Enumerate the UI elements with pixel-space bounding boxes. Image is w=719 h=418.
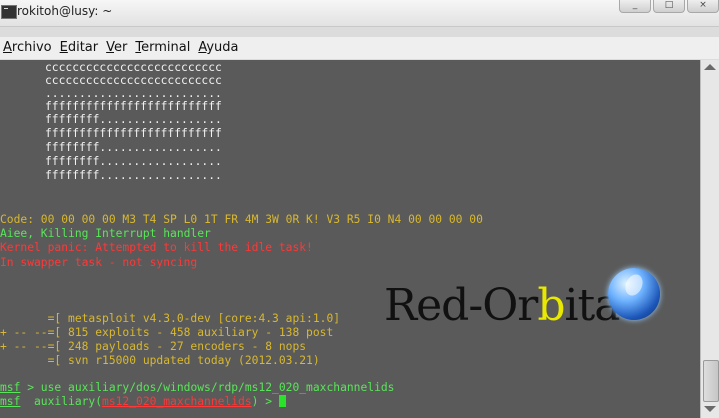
menu-ver[interactable]: Ver: [103, 37, 132, 59]
ascii-art-line: ffffffffffffffffffffffffff: [45, 127, 222, 140]
banner-line: =[ svn r15000 updated today (2012.03.21): [0, 354, 320, 367]
window-title: rokitoh@lusy: ~: [17, 4, 113, 18]
ascii-art-line: ffffffff..................: [45, 113, 222, 126]
globe-icon: [608, 268, 660, 320]
ascii-art-line: ffffffffffffffffffffffffff: [45, 100, 222, 113]
ascii-art-line: ..........................: [45, 87, 222, 100]
ascii-art-line: ffffffff..................: [45, 141, 222, 154]
watermark-text: Red-Orbita: [384, 280, 620, 331]
command-line-1: msf > use auxiliary/dos/windows/rdp/ms12…: [0, 381, 394, 394]
title-bar: rokitoh@lusy: ~ _ □ ×: [0, 0, 719, 27]
banner-line: + -- --=[ 248 payloads - 27 encoders - 8…: [0, 340, 307, 353]
kernel-panic-line: Kernel panic: Attempted to kill the idle…: [0, 241, 313, 254]
banner-line: =[ metasploit v4.3.0-dev [core:4.3 api:1…: [0, 312, 341, 325]
menu-editar[interactable]: Editar: [57, 37, 104, 59]
terminal-output[interactable]: cccccccccccccccccccccccccc ccccccccccccc…: [0, 60, 700, 418]
ascii-art-line: cccccccccccccccccccccccccc: [45, 61, 222, 74]
msf-prefix: msf: [0, 395, 21, 408]
module-name: ms12_020_maxchannelids: [102, 395, 252, 408]
menu-archivo[interactable]: Archivo: [0, 37, 57, 59]
swapper-line: In swapper task - not syncing: [0, 256, 198, 269]
auxiliary-label: auxiliary(: [20, 395, 103, 408]
maximize-icon[interactable]: □: [653, 0, 685, 13]
close-icon[interactable]: ×: [687, 0, 719, 13]
use-command: > use auxiliary/dos/windows/rdp/ms12_020…: [20, 381, 395, 394]
scroll-down-arrow-icon[interactable]: [704, 406, 716, 412]
vertical-scrollbar[interactable]: [700, 60, 719, 418]
menu-bar: Archivo Editar Ver Terminal Ayuda: [0, 37, 719, 59]
scroll-up-arrow-icon[interactable]: [704, 64, 716, 70]
text-cursor: [278, 395, 286, 407]
menu-terminal[interactable]: Terminal: [132, 37, 195, 59]
terminal-app-icon: [1, 5, 17, 19]
code-line: Code: 00 00 00 00 M3 T4 SP L0 1T FR 4M 3…: [0, 213, 483, 226]
window-controls: _ □ ×: [619, 0, 719, 13]
scrollbar-thumb[interactable]: [703, 360, 719, 402]
banner-line: + -- --=[ 815 exploits - 458 auxiliary -…: [0, 326, 334, 339]
minimize-icon[interactable]: _: [619, 0, 651, 13]
ascii-art-line: ffffffff..................: [45, 155, 222, 168]
command-line-2[interactable]: msf auxiliary(ms12_020_maxchannelids) >: [0, 395, 286, 408]
ascii-art-line: cccccccccccccccccccccccccc: [45, 74, 222, 87]
prompt-suffix: ) >: [251, 395, 279, 408]
msf-prefix: msf: [0, 381, 21, 394]
aiee-line: Aiee, Killing Interrupt handler: [0, 227, 211, 240]
ascii-art-line: ffffffff..................: [45, 169, 222, 182]
menu-ayuda[interactable]: Ayuda: [195, 37, 243, 59]
